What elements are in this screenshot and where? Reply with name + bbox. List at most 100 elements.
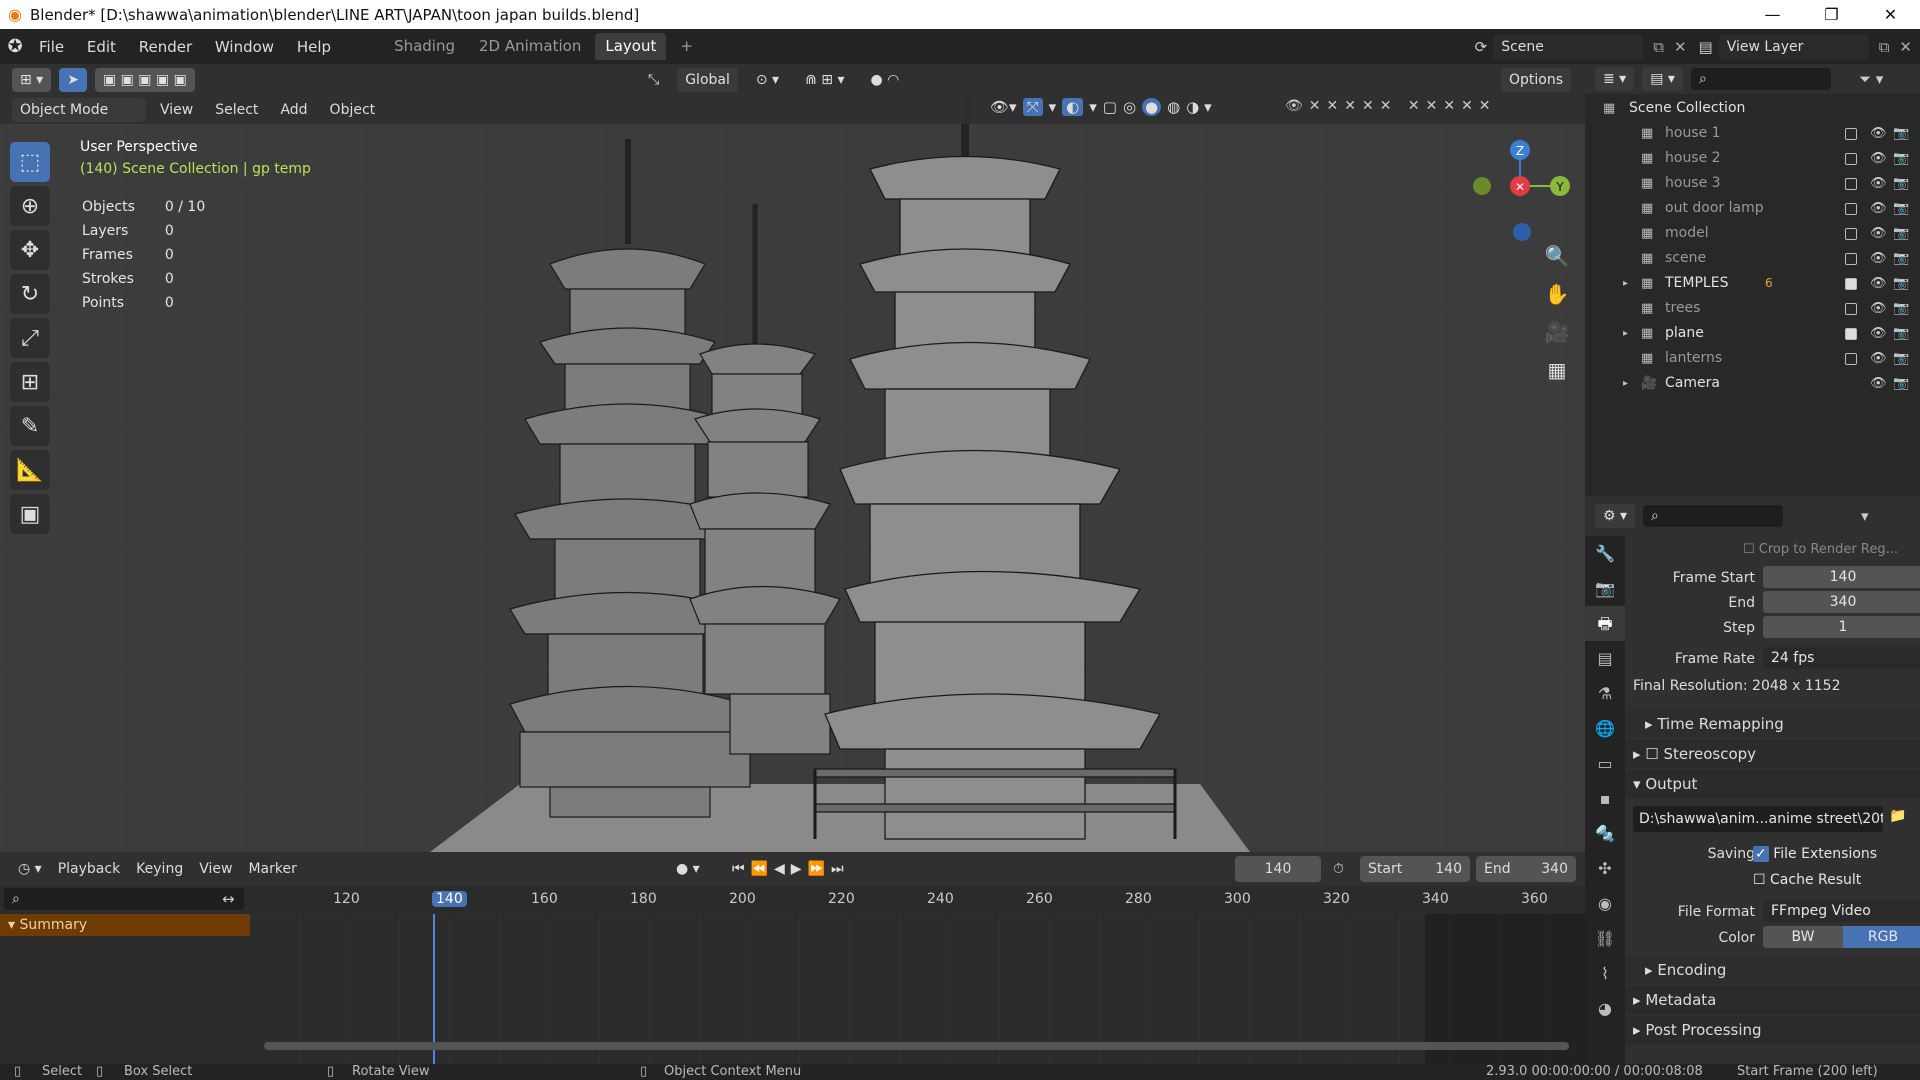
scene-tab-icon[interactable]: ⚗ xyxy=(1585,676,1625,711)
visibility-eye-icon[interactable]: 👁 xyxy=(1870,321,1887,346)
render-camera-icon[interactable]: 📷 xyxy=(1893,221,1909,246)
timeline-editor-type-icon[interactable]: ◷ ▾ xyxy=(10,857,50,881)
properties-search-input[interactable]: ⌕ xyxy=(1643,505,1784,527)
outliner-item[interactable]: ▦ trees 👁 📷 xyxy=(1585,296,1920,321)
outliner-editor-type-icon[interactable]: ≣ ▾ xyxy=(1595,67,1635,91)
render-camera-icon[interactable]: 📷 xyxy=(1893,296,1909,321)
exclude-checkbox[interactable] xyxy=(1845,353,1857,365)
timeline-body[interactable] xyxy=(250,914,1585,1064)
post-processing-panel[interactable]: ▸ Post Processing xyxy=(1625,1016,1920,1044)
properties-editor-type-icon[interactable]: ⚙ ▾ xyxy=(1595,504,1636,528)
frame-start-field[interactable]: 140 xyxy=(1763,566,1920,588)
render-camera-icon[interactable]: 📷 xyxy=(1893,246,1909,271)
visibility-eye-icon[interactable]: 👁 xyxy=(1870,246,1887,271)
exclude-checkbox[interactable] xyxy=(1845,303,1857,315)
display-mode-icon[interactable]: ▤ ▾ xyxy=(1642,67,1683,91)
collection-tab-icon[interactable]: ▭ xyxy=(1585,746,1625,781)
transform-orientation-icon[interactable]: ⤡ xyxy=(640,68,667,92)
exclude-checkbox[interactable] xyxy=(1845,128,1857,140)
gizmo-toggle-icon[interactable]: ⤧ xyxy=(1022,98,1043,116)
playback-menu[interactable]: Playback xyxy=(50,857,128,881)
material-shading-icon[interactable]: ◍ xyxy=(1167,98,1180,116)
outliner-item[interactable]: ▦ house 3 👁 📷 xyxy=(1585,171,1920,196)
outliner-item[interactable]: ▦ scene 👁 📷 xyxy=(1585,246,1920,271)
exclude-checkbox[interactable] xyxy=(1845,228,1857,240)
maximize-button[interactable]: ❐ xyxy=(1802,0,1861,29)
crop-checkbox[interactable]: ☐ Crop to Render Reg... xyxy=(1743,542,1898,557)
delete-view-layer-icon[interactable]: ✕ xyxy=(1899,38,1912,56)
view-layer-icon[interactable]: ▤ xyxy=(1699,38,1713,56)
viewport-menu-select[interactable]: Select xyxy=(207,98,266,122)
constraints-tab-icon[interactable]: ⛓ xyxy=(1585,921,1625,956)
visibility-eye-icon[interactable]: 👁 xyxy=(1870,196,1887,221)
snap-icon[interactable]: ⋒ ⊞ ▾ xyxy=(797,68,852,92)
visibility-eye-icon[interactable]: 👁 xyxy=(1870,296,1887,321)
scene-icon[interactable]: ⟳ xyxy=(1475,38,1488,56)
pan-hand-icon[interactable]: ✋ xyxy=(1542,282,1572,320)
outliner-item[interactable]: ▦ out door lamp 👁 📷 xyxy=(1585,196,1920,221)
zoom-icon[interactable]: 🔍 xyxy=(1542,244,1572,282)
expand-arrow-icon[interactable]: ▸ xyxy=(1623,371,1628,396)
timeline-ruler[interactable]: ⌕ ↔ 120 140 160 180 200 220 240 260 280 300 320 340… xyxy=(0,886,1585,914)
filter-icon[interactable]: ⏷ ▾ xyxy=(1859,70,1883,88)
object-mode-dropdown[interactable]: Object Mode xyxy=(12,98,146,122)
wireframe-shading-icon[interactable]: ◎ xyxy=(1123,98,1136,116)
camera-view-icon[interactable]: 🎥 xyxy=(1542,320,1572,358)
options-dropdown[interactable]: Options xyxy=(1500,68,1571,92)
material-tab-icon[interactable]: ◕ xyxy=(1585,991,1625,1026)
new-scene-icon[interactable]: ⧉ xyxy=(1653,38,1664,56)
render-camera-icon[interactable]: 📷 xyxy=(1893,321,1909,346)
metadata-panel[interactable]: ▸ Metadata xyxy=(1625,986,1920,1014)
color-rgb-button[interactable]: RGB xyxy=(1843,926,1920,948)
menu-file[interactable]: File xyxy=(30,38,73,56)
proportional-edit-icon[interactable]: ● ◠ xyxy=(862,68,907,92)
minimize-button[interactable]: — xyxy=(1743,0,1802,29)
outliner-item[interactable]: ▦ house 1 👁 📷 xyxy=(1585,121,1920,146)
menu-edit[interactable]: Edit xyxy=(78,38,125,56)
marker-menu[interactable]: Marker xyxy=(240,857,304,881)
output-path-field[interactable]: D:\shawwa\anim...anime street\20th xyxy=(1633,806,1883,832)
3d-viewport[interactable]: ⊞ ▾ ➤ ▣ ▣ ▣ ▣ ▣ ⤡ Global ⊙ ▾ ⋒ ⊞ ▾ ● ◠ O… xyxy=(0,64,1585,852)
frame-rate-dropdown[interactable]: 24 fps xyxy=(1763,647,1920,669)
render-camera-icon[interactable]: 📷 xyxy=(1893,171,1909,196)
select-tool-icon[interactable]: ➤ xyxy=(59,68,87,92)
visibility-eye-icon[interactable]: 👁 xyxy=(1870,271,1887,296)
visibility-eye-icon[interactable]: 👁 xyxy=(1870,121,1887,146)
expand-arrow-icon[interactable]: ▸ xyxy=(1623,321,1628,346)
outliner-item[interactable]: ▦ lanterns 👁 📷 xyxy=(1585,346,1920,371)
view-layer-tab-icon[interactable]: ▤ xyxy=(1585,641,1625,676)
preview-range-icon[interactable]: ⏱ xyxy=(1333,861,1344,877)
visibility-eye-icon[interactable]: 👁 xyxy=(1870,171,1887,196)
render-camera-icon[interactable]: 📷 xyxy=(1893,371,1909,396)
render-camera-icon[interactable]: 📷 xyxy=(1893,196,1909,221)
xray-icon[interactable]: ▢ xyxy=(1103,98,1117,116)
add-workspace-button[interactable]: + xyxy=(670,33,703,60)
time-remapping-panel[interactable]: ▸ Time Remapping xyxy=(1625,710,1920,738)
menu-help[interactable]: Help xyxy=(288,38,340,56)
render-camera-icon[interactable]: 📷 xyxy=(1893,271,1909,296)
blender-menu-icon[interactable]: ✪ xyxy=(0,36,30,57)
start-frame-field[interactable]: Start 140 xyxy=(1360,856,1470,882)
transform-orientation-dropdown[interactable]: Global xyxy=(677,68,738,92)
delete-scene-icon[interactable]: ✕ xyxy=(1674,38,1687,56)
menu-render[interactable]: Render xyxy=(130,38,201,56)
exclude-checkbox[interactable] xyxy=(1845,203,1857,215)
cache-result-checkbox[interactable]: ☐ Cache Result xyxy=(1753,868,1861,892)
navigation-gizmo[interactable]: Z Y ✕ xyxy=(1470,134,1580,244)
exclude-checkbox[interactable] xyxy=(1845,328,1857,340)
object-tab-icon[interactable]: ▪ xyxy=(1585,781,1625,816)
rotate-tool-icon[interactable]: ↻ xyxy=(10,274,50,314)
modifier-tab-icon[interactable]: 🔩 xyxy=(1585,816,1625,851)
select-mode-buttons[interactable]: ▣ ▣ ▣ ▣ ▣ xyxy=(94,68,195,92)
outliner-item[interactable]: ▦ house 2 👁 📷 xyxy=(1585,146,1920,171)
keying-menu[interactable]: Keying xyxy=(128,857,191,881)
color-bw-button[interactable]: BW xyxy=(1763,926,1843,948)
file-extensions-checkbox[interactable]: ✓ File Extensions xyxy=(1753,842,1877,866)
output-panel[interactable]: ▾ Output xyxy=(1625,770,1920,798)
new-view-layer-icon[interactable]: ⧉ xyxy=(1879,38,1890,56)
output-tab-icon[interactable]: 🖶 xyxy=(1585,606,1625,641)
scale-tool-icon[interactable]: ⤢ xyxy=(10,318,50,358)
encoding-panel[interactable]: ▸ Encoding xyxy=(1625,956,1920,984)
frame-end-field[interactable]: 340 xyxy=(1763,591,1920,613)
render-camera-icon[interactable]: 📷 xyxy=(1893,146,1909,171)
